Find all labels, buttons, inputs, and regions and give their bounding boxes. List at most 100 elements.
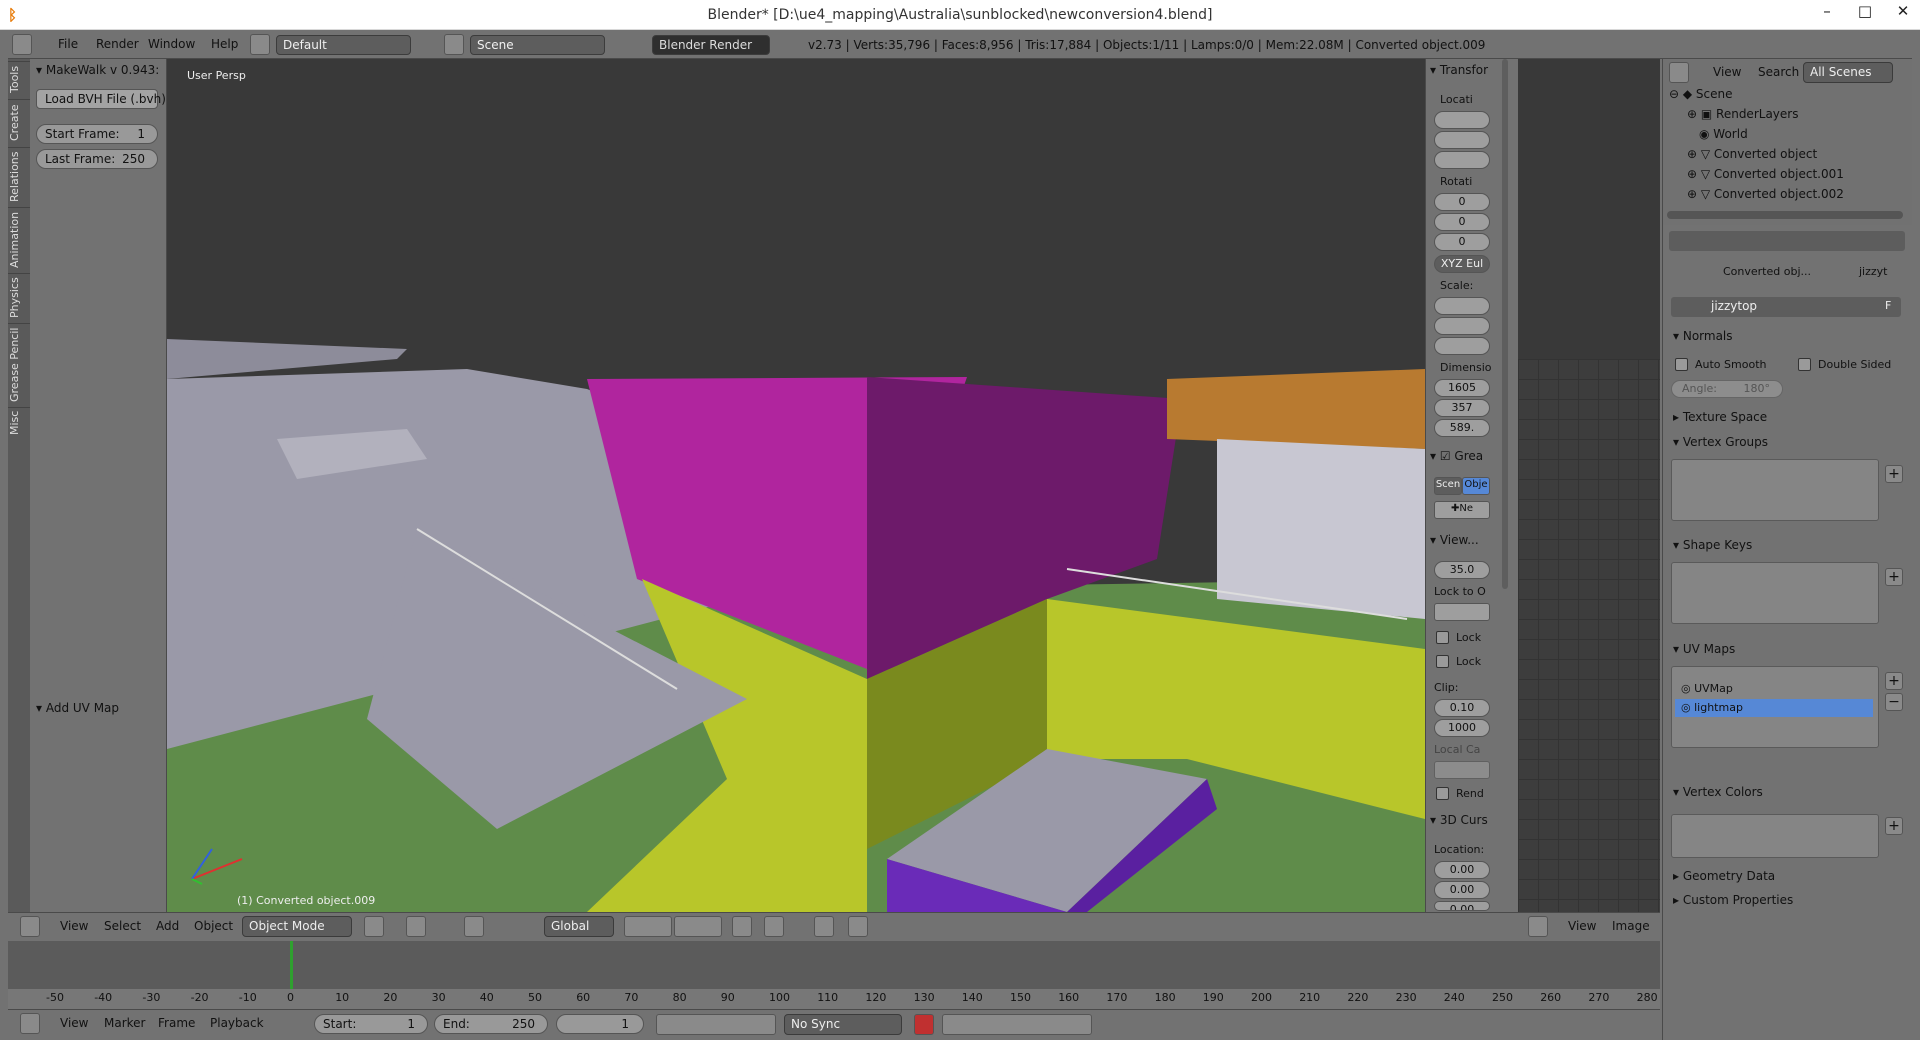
lock-icon[interactable] (732, 916, 752, 937)
info-editor-icon[interactable] (12, 34, 32, 55)
rotation-y-field[interactable]: 0 (1434, 213, 1490, 231)
timeline-marker-menu[interactable]: Marker (104, 1016, 145, 1030)
geometry-data-header[interactable]: ▸ Geometry Data (1673, 869, 1775, 883)
uv-map-item-uvmap[interactable]: ◎ UVMap (1675, 680, 1873, 698)
vertex-groups-header[interactable]: ▾ Vertex Groups (1673, 435, 1768, 449)
makewalk-header[interactable]: ▾ MakeWalk v 0.943: (36, 63, 159, 77)
location-x-field[interactable] (1434, 111, 1490, 129)
dimension-z-field[interactable]: 589. (1434, 419, 1490, 437)
layout-icon[interactable] (250, 34, 270, 55)
outliner-filter-select[interactable]: All Scenes (1803, 62, 1893, 83)
grease-scene-tab[interactable]: Scen (1434, 477, 1462, 495)
tab-animation[interactable]: Animation (8, 207, 30, 271)
outliner-row-object-001[interactable]: ⊕ ▽ Converted object.001 (1687, 167, 1920, 187)
scene-icon[interactable] (444, 34, 464, 55)
tab-create[interactable]: Create (8, 99, 30, 145)
lens-field[interactable]: 35.0 (1434, 561, 1490, 579)
pivot-icon[interactable] (406, 916, 426, 937)
auto-smooth-checkbox[interactable] (1675, 358, 1688, 371)
uv-map-item-lightmap[interactable]: ◎ lightmap (1675, 699, 1873, 717)
render-border-checkbox[interactable] (1436, 787, 1449, 800)
keying-set-field[interactable] (942, 1014, 1092, 1035)
menu-window[interactable]: Window (148, 37, 195, 51)
location-y-field[interactable] (1434, 131, 1490, 149)
cursor-y-field[interactable]: 0.00 (1434, 881, 1490, 899)
rotation-mode-select[interactable]: XYZ Eul (1434, 255, 1490, 273)
scale-x-field[interactable] (1434, 297, 1490, 315)
tab-tools[interactable]: Tools (8, 61, 30, 97)
timeline-view-menu[interactable]: View (60, 1016, 88, 1030)
menu-select[interactable]: Select (104, 919, 141, 933)
uv-maps-header[interactable]: ▾ UV Maps (1673, 642, 1735, 656)
location-z-field[interactable] (1434, 151, 1490, 169)
tab-misc[interactable]: Misc (8, 407, 30, 437)
uv-image-editor[interactable] (1518, 59, 1660, 912)
tab-grease-pencil[interactable]: Grease Pencil (8, 323, 30, 405)
outliner-scrollbar[interactable] (1667, 211, 1903, 219)
timeline-editor-icon[interactable] (20, 1013, 40, 1034)
vertex-color-add-button[interactable]: + (1885, 817, 1903, 835)
uv-view-menu[interactable]: View (1568, 919, 1596, 933)
uv-editor-icon[interactable] (1528, 916, 1548, 937)
normals-header[interactable]: ▾ Normals (1673, 329, 1733, 343)
properties-context-tabs[interactable] (1669, 231, 1905, 251)
shape-keys-header[interactable]: ▾ Shape Keys (1673, 538, 1752, 552)
minimize-button[interactable]: – (1810, 2, 1844, 26)
3d-cursor-header[interactable]: ▾ 3D Curs (1430, 813, 1504, 827)
add-uv-map-panel[interactable]: ▾ Add UV Map (36, 701, 119, 715)
mode-select[interactable]: Object Mode (242, 916, 352, 937)
manipulator-icon[interactable] (464, 916, 484, 937)
layers-icon-2[interactable] (674, 916, 722, 937)
render-engine-select[interactable]: Blender Render (652, 35, 770, 55)
load-bvh-button[interactable]: Load BVH File (.bvh) (36, 89, 166, 109)
cursor-x-field[interactable]: 0.00 (1434, 861, 1490, 879)
shape-key-add-button[interactable]: + (1885, 568, 1903, 586)
texture-space-header[interactable]: ▸ Texture Space (1673, 410, 1767, 424)
menu-render[interactable]: Render (96, 37, 139, 51)
transform-header[interactable]: ▾ Transfor (1430, 63, 1504, 77)
outliner-row-object-002[interactable]: ⊕ ▽ Converted object.002 (1687, 187, 1920, 207)
shading-icon[interactable] (364, 916, 384, 937)
lock-camera-checkbox[interactable] (1436, 631, 1449, 644)
mesh-name-field[interactable]: jizzytop (1671, 297, 1901, 317)
3d-view-editor-icon[interactable] (20, 916, 40, 937)
timeline-frame-menu[interactable]: Frame (158, 1016, 195, 1030)
playback-controls-icon[interactable] (656, 1014, 776, 1035)
vertex-group-add-button[interactable]: + (1885, 465, 1903, 483)
custom-properties-header[interactable]: ▸ Custom Properties (1673, 893, 1793, 907)
lock-cursor-checkbox[interactable] (1436, 655, 1449, 668)
lock-to-object-field[interactable] (1434, 603, 1490, 621)
scale-z-field[interactable] (1434, 337, 1490, 355)
clip-end-field[interactable]: 1000 (1434, 719, 1490, 737)
layout-select[interactable]: Default (276, 35, 411, 55)
3d-viewport[interactable]: User Persp (1) Converted object.009 (167, 59, 1425, 912)
close-button[interactable]: ✕ (1886, 2, 1920, 26)
layers-icon[interactable] (624, 916, 672, 937)
rotation-x-field[interactable]: 0 (1434, 193, 1490, 211)
start-frame-field[interactable]: Start Frame: 1 (36, 124, 158, 144)
uv-image-menu[interactable]: Image (1612, 919, 1650, 933)
tab-relations[interactable]: Relations (8, 147, 30, 205)
outliner-editor-icon[interactable] (1669, 62, 1689, 83)
outliner-row-world[interactable]: ◉ World (1699, 127, 1920, 147)
grease-pencil-header[interactable]: ▾ ☑ Grea (1430, 449, 1504, 463)
local-camera-field[interactable] (1434, 761, 1490, 779)
vertex-colors-list[interactable] (1671, 814, 1879, 858)
current-frame-marker[interactable] (290, 941, 293, 989)
menu-file[interactable]: File (58, 37, 78, 51)
menu-add[interactable]: Add (156, 919, 179, 933)
vertex-colors-header[interactable]: ▾ Vertex Colors (1673, 785, 1763, 799)
render-icon[interactable] (848, 916, 868, 937)
dimension-y-field[interactable]: 357 (1434, 399, 1490, 417)
outliner-row-renderlayers[interactable]: ⊕ ▣ RenderLayers (1687, 107, 1920, 127)
rotation-z-field[interactable]: 0 (1434, 233, 1490, 251)
vertex-groups-list[interactable] (1671, 459, 1879, 521)
dimension-x-field[interactable]: 1605 (1434, 379, 1490, 397)
menu-object[interactable]: Object (194, 919, 233, 933)
menu-view[interactable]: View (60, 919, 88, 933)
grease-new-button[interactable]: ✚Ne (1434, 501, 1490, 519)
uv-map-add-button[interactable]: + (1885, 672, 1903, 690)
maximize-button[interactable]: □ (1848, 2, 1882, 26)
timeline-start-field[interactable]: Start: 1 (314, 1014, 428, 1034)
shape-keys-list[interactable] (1671, 562, 1879, 624)
